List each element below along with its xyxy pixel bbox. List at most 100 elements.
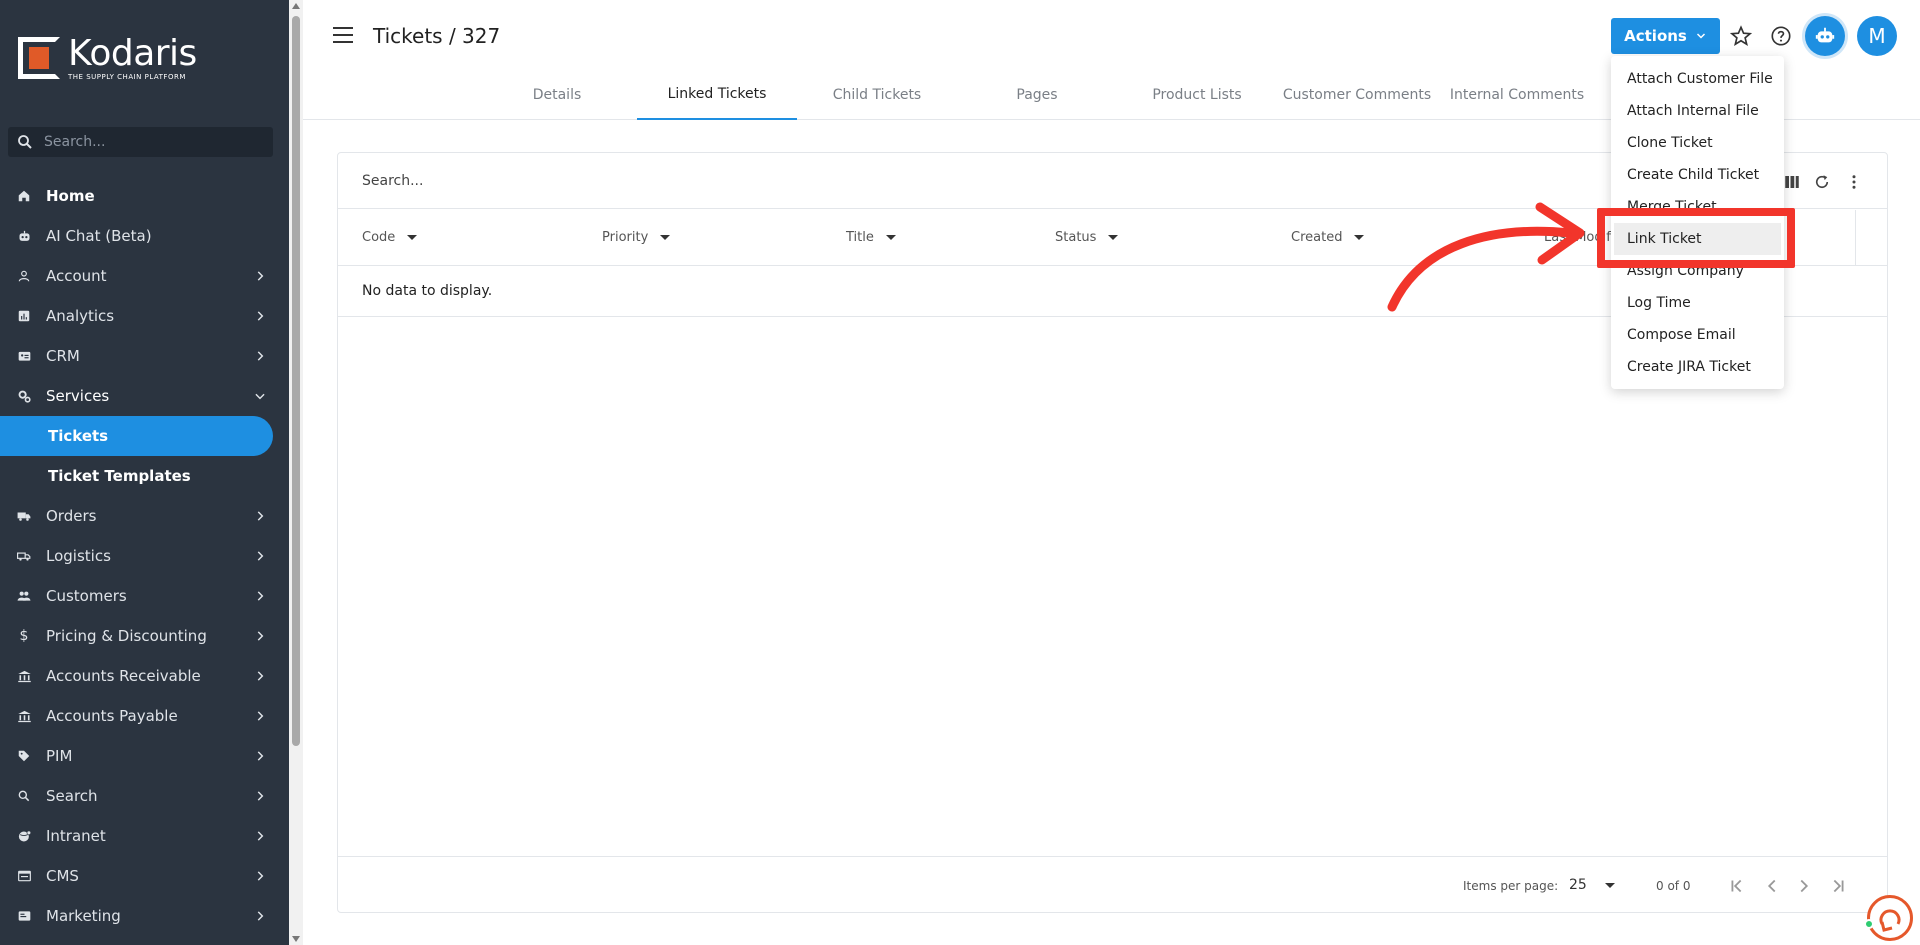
sidebar-item-pim[interactable]: PIM: [0, 736, 289, 776]
sidebar-nav: Home AI Chat (Beta) Account Analytics CR…: [0, 176, 289, 936]
sort-caret-icon[interactable]: [660, 235, 671, 240]
items-per-page-value: 25: [1569, 877, 1587, 893]
sidebar-scrollbar[interactable]: [289, 0, 303, 945]
sidebar-item-crm[interactable]: CRM: [0, 336, 289, 376]
shipping-icon: [16, 548, 32, 564]
menu-item-log-time[interactable]: Log Time: [1611, 287, 1784, 319]
sidebar-item-analytics[interactable]: Analytics: [0, 296, 289, 336]
scroll-down-icon[interactable]: [292, 936, 300, 942]
column-header-status[interactable]: Status: [1055, 230, 1119, 245]
next-page-icon[interactable]: [1793, 875, 1815, 897]
person-icon: [16, 268, 32, 284]
tab-child-tickets[interactable]: Child Tickets: [797, 70, 957, 120]
sidebar-item-label: Search: [46, 787, 98, 805]
dollar-icon: $: [19, 628, 29, 644]
first-page-icon[interactable]: [1726, 875, 1748, 897]
bank-icon: [16, 708, 32, 724]
sidebar-item-search[interactable]: Search: [0, 776, 289, 816]
table-search-input[interactable]: Search...: [362, 173, 423, 189]
columns-icon[interactable]: [1783, 173, 1801, 191]
chevron-down-icon: [1696, 33, 1705, 39]
sidebar-item-marketing[interactable]: Marketing: [0, 896, 289, 936]
menu-item-attach-customer-file[interactable]: Attach Customer File: [1611, 63, 1784, 95]
sort-caret-icon[interactable]: [407, 235, 418, 240]
user-avatar[interactable]: M: [1857, 16, 1897, 56]
chevron-right-icon: [257, 551, 264, 561]
sidebar-item-logistics[interactable]: Logistics: [0, 536, 289, 576]
more-vert-icon[interactable]: [1845, 173, 1863, 191]
menu-item-attach-internal-file[interactable]: Attach Internal File: [1611, 95, 1784, 127]
sort-caret-icon[interactable]: [885, 235, 896, 240]
chevron-right-icon: [257, 751, 264, 761]
tab-product-lists[interactable]: Product Lists: [1117, 70, 1277, 120]
robot-icon: [1815, 27, 1835, 43]
tab-internal-comments[interactable]: Internal Comments: [1437, 70, 1597, 120]
pagination-bar: Items per page: 25 0 of 0: [338, 856, 1887, 912]
sidebar-item-pricing[interactable]: $ Pricing & Discounting: [0, 616, 289, 656]
sort-caret-icon[interactable]: [1354, 235, 1365, 240]
page-title: Tickets / 327: [373, 24, 501, 48]
sidebar-item-label: Account: [46, 267, 107, 285]
ai-assistant-button[interactable]: [1805, 16, 1845, 56]
sort-caret-icon[interactable]: [1108, 235, 1119, 240]
sidebar-search-input[interactable]: Search...: [8, 127, 273, 157]
chevron-right-icon: [257, 511, 264, 521]
tab-linked-tickets[interactable]: Linked Tickets: [637, 70, 797, 120]
column-label: Status: [1055, 230, 1097, 245]
column-header-priority[interactable]: Priority: [602, 230, 671, 245]
sidebar-item-ai-chat[interactable]: AI Chat (Beta): [0, 216, 289, 256]
sidebar-item-accounts-payable[interactable]: Accounts Payable: [0, 696, 289, 736]
online-status-icon: [1864, 919, 1874, 929]
last-page-icon[interactable]: [1827, 875, 1849, 897]
items-per-page-select[interactable]: 25: [1569, 877, 1615, 893]
tab-pages[interactable]: Pages: [957, 70, 1117, 120]
chevron-right-icon: [257, 311, 264, 321]
scroll-up-icon[interactable]: [292, 3, 300, 9]
chat-icon: [1879, 909, 1901, 932]
sidebar-item-orders[interactable]: Orders: [0, 496, 289, 536]
star-icon[interactable]: [1730, 25, 1752, 47]
search-icon: [16, 788, 32, 804]
crm-icon: [16, 348, 32, 364]
globe-icon: [16, 828, 32, 844]
sidebar-item-intranet[interactable]: Intranet: [0, 816, 289, 856]
sidebar-item-label: Marketing: [46, 907, 121, 925]
actions-button[interactable]: Actions: [1611, 18, 1720, 54]
brand-name: Kodaris: [68, 32, 197, 74]
previous-page-icon[interactable]: [1761, 875, 1783, 897]
sidebar-item-ticket-templates[interactable]: Ticket Templates: [0, 456, 289, 496]
chevron-right-icon: [257, 711, 264, 721]
refresh-icon[interactable]: [1813, 173, 1831, 191]
sidebar-item-label: Analytics: [46, 307, 115, 325]
sidebar-item-label: Pricing & Discounting: [46, 627, 207, 645]
tab-details[interactable]: Details: [477, 70, 637, 120]
sidebar-item-cms[interactable]: CMS: [0, 856, 289, 896]
column-header-title[interactable]: Title: [846, 230, 896, 245]
help-icon[interactable]: [1770, 25, 1792, 47]
sidebar-item-label: Intranet: [46, 827, 106, 845]
menu-item-clone-ticket[interactable]: Clone Ticket: [1611, 127, 1784, 159]
robot-icon: [16, 228, 32, 244]
column-header-created[interactable]: Created: [1291, 230, 1365, 245]
menu-item-create-child-ticket[interactable]: Create Child Ticket: [1611, 159, 1784, 191]
sidebar-item-customers[interactable]: Customers: [0, 576, 289, 616]
chat-widget-button[interactable]: [1867, 895, 1913, 941]
column-label: Created: [1291, 230, 1343, 245]
people-icon: [16, 588, 32, 604]
cms-icon: [16, 868, 32, 884]
kodaris-logo[interactable]: Kodaris THE SUPPLY CHAIN PLATFORM: [18, 32, 197, 81]
menu-item-create-jira-ticket[interactable]: Create JIRA Ticket: [1611, 351, 1784, 383]
scrollbar-thumb[interactable]: [292, 16, 300, 746]
menu-toggle-icon[interactable]: [333, 27, 353, 45]
sidebar-item-services[interactable]: Services: [0, 376, 289, 416]
column-header-code[interactable]: Code: [362, 230, 418, 245]
sidebar-item-home[interactable]: Home: [0, 176, 289, 216]
sidebar-item-label: Accounts Payable: [46, 707, 178, 725]
tab-customer-comments[interactable]: Customer Comments: [1277, 70, 1437, 120]
sidebar-item-tickets[interactable]: Tickets: [0, 416, 273, 456]
menu-item-compose-email[interactable]: Compose Email: [1611, 319, 1784, 351]
chevron-right-icon: [257, 271, 264, 281]
sidebar-item-accounts-receivable[interactable]: Accounts Receivable: [0, 656, 289, 696]
sidebar-item-account[interactable]: Account: [0, 256, 289, 296]
sidebar-item-label: Tickets: [48, 427, 109, 445]
